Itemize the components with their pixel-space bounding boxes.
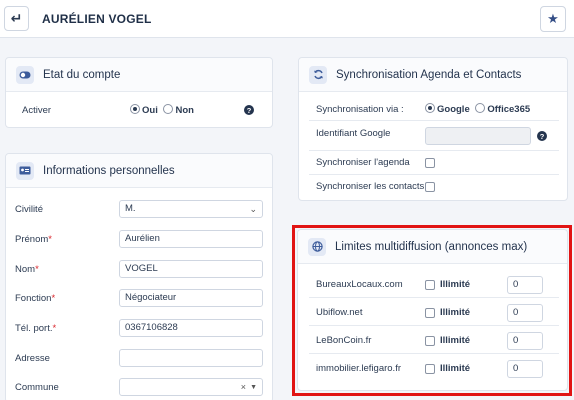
fonction-label: Fonction* — [15, 293, 55, 304]
account-status-header: Etat du compte — [6, 58, 272, 92]
sync-via-label: Synchronisation via : — [316, 104, 404, 115]
prenom-label-text: Prénom — [15, 234, 49, 245]
separator — [309, 150, 559, 151]
activer-label: Activer — [22, 105, 52, 116]
top-bar: ↵ AURÉLIEN VOGEL ★ — [0, 0, 574, 38]
toggle-icon — [16, 65, 34, 84]
personal-info-title: Informations personnelles — [43, 164, 175, 177]
highlight-box — [292, 225, 572, 396]
adresse-label: Adresse — [15, 353, 50, 364]
prenom-input[interactable]: Aurélien — [119, 230, 263, 248]
google-id-input[interactable] — [425, 127, 531, 145]
radio-oui[interactable] — [130, 104, 140, 114]
sync-agenda-checkbox[interactable] — [425, 158, 435, 168]
activer-radio-group: Oui Non — [130, 104, 194, 116]
nom-input[interactable]: VOGEL — [119, 260, 263, 278]
account-status-card: Etat du compte Activer Oui Non ? — [5, 57, 273, 128]
commune-label: Commune — [15, 382, 59, 393]
radio-google[interactable] — [425, 103, 435, 113]
fonction-label-text: Fonction — [15, 293, 52, 304]
personal-info-header: Informations personnelles — [6, 154, 272, 188]
required-mark: * — [51, 293, 56, 304]
chevron-down-icon: ⌄ — [249, 204, 257, 214]
civilite-value: M. — [125, 203, 136, 214]
required-mark: * — [35, 264, 39, 275]
account-status-title: Etat du compte — [43, 68, 121, 81]
separator — [309, 174, 559, 175]
nom-label: Nom* — [15, 264, 39, 275]
civilite-label: Civilité — [15, 204, 43, 215]
radio-non[interactable] — [163, 104, 174, 114]
back-button[interactable]: ↵ — [4, 6, 29, 31]
return-arrow-icon: ↵ — [10, 10, 23, 26]
sync-contacts-checkbox[interactable] — [425, 182, 435, 192]
help-icon[interactable]: ? — [537, 131, 547, 141]
separator — [309, 120, 559, 121]
sync-via-radio-group: Google Office365 — [425, 103, 530, 115]
required-mark: * — [48, 234, 52, 245]
required-mark: * — [52, 323, 57, 334]
page-title: AURÉLIEN VOGEL — [42, 12, 152, 26]
caret-down-icon: ▼ — [250, 384, 257, 391]
commune-select[interactable]: × ▼ — [119, 378, 263, 396]
radio-non-label: Non — [175, 105, 194, 116]
help-icon[interactable]: ? — [244, 105, 254, 115]
nom-label-text: Nom — [15, 264, 36, 275]
prenom-label: Prénom* — [15, 234, 52, 245]
tel-label: Tél. port.* — [15, 323, 56, 334]
tel-input[interactable]: 0367106828 — [119, 319, 263, 337]
radio-office365[interactable] — [475, 103, 486, 113]
radio-oui-label: Oui — [142, 105, 158, 116]
adresse-input[interactable] — [119, 349, 263, 367]
radio-office365-label: Office365 — [487, 104, 531, 115]
clear-icon[interactable]: × — [241, 379, 246, 395]
sync-agenda-label: Synchroniser l'agenda — [316, 157, 410, 168]
radio-google-label: Google — [437, 104, 470, 115]
fonction-input[interactable]: Négociateur — [119, 289, 263, 307]
tel-label-text: Tél. port. — [15, 323, 53, 334]
sync-contacts-label: Synchroniser les contacts — [316, 181, 425, 192]
google-id-label: Identifiant Google — [316, 128, 391, 139]
sync-title: Synchronisation Agenda et Contacts — [336, 68, 522, 81]
civilite-select[interactable]: M. ⌄ — [119, 200, 263, 218]
favorite-button[interactable]: ★ — [540, 6, 566, 32]
star-icon: ★ — [547, 11, 559, 26]
sync-header: Synchronisation Agenda et Contacts — [299, 58, 567, 92]
sync-icon — [309, 65, 327, 84]
id-card-icon — [16, 161, 34, 180]
